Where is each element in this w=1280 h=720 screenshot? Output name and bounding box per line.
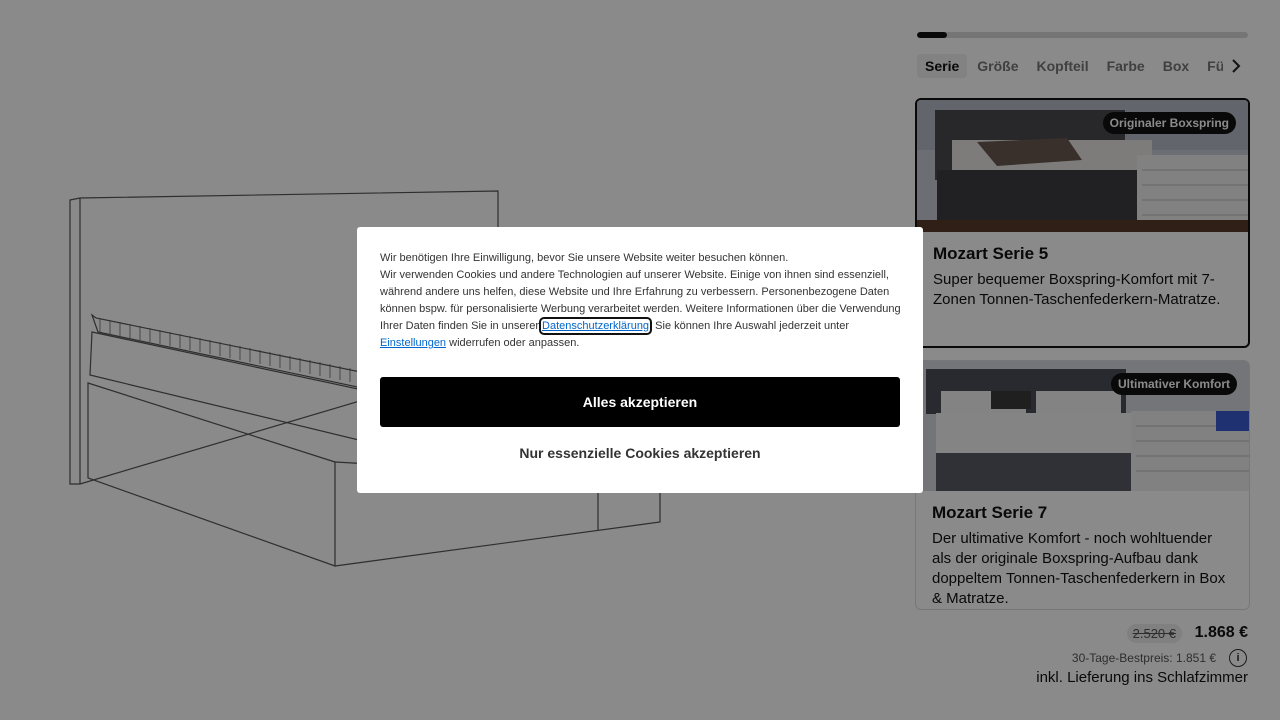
cookie-consent-dialog: Wir benötigen Ihre Einwilligung, bevor S… [357,227,923,493]
consent-body-end: widerrufen oder anpassen. [446,337,580,349]
accept-all-button[interactable]: Alles akzeptieren [380,377,900,427]
settings-link[interactable]: Einstellungen [380,337,446,349]
cookie-consent-text: Wir benötigen Ihre Einwilligung, bevor S… [380,250,902,352]
accept-essential-button[interactable]: Nur essenzielle Cookies akzeptieren [380,439,900,467]
consent-body-continued: . Sie können Ihre Auswahl jederzeit unte… [649,320,850,332]
consent-intro: Wir benötigen Ihre Einwilligung, bevor S… [380,252,789,264]
privacy-policy-link[interactable]: Datenschutzerklärung [539,317,653,335]
